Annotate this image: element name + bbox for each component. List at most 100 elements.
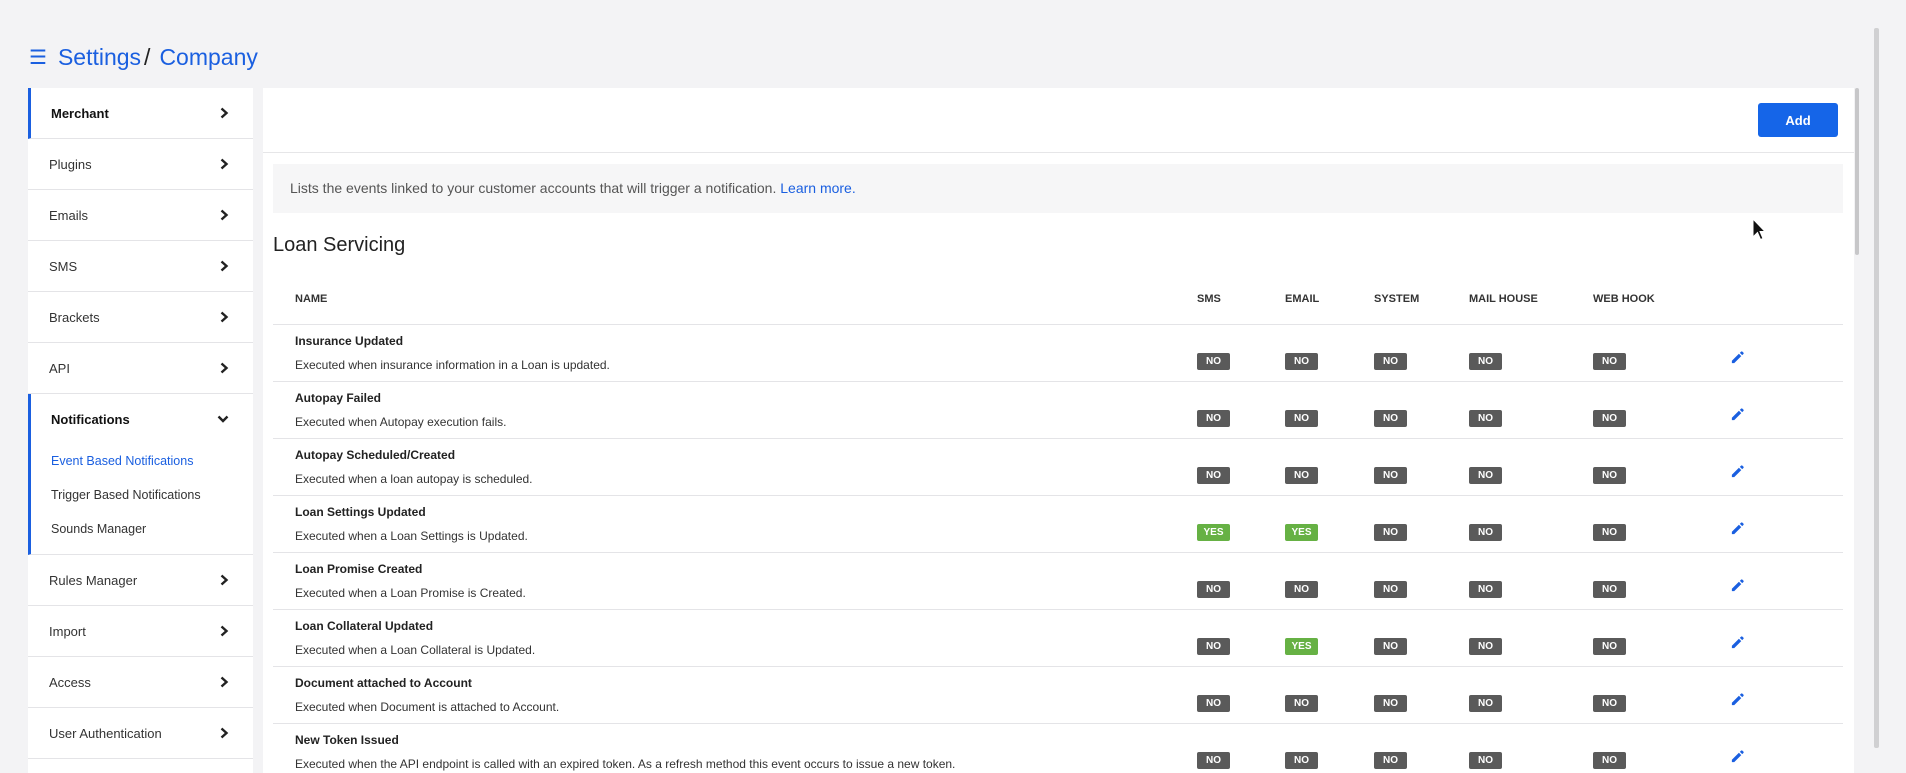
column-header-system: SYSTEM (1374, 274, 1469, 325)
hamburger-menu-icon[interactable]: ☰ (29, 48, 47, 68)
mail-house-status-badge: NO (1469, 467, 1502, 484)
section-title: Loan Servicing (273, 234, 406, 256)
pencil-edit-icon[interactable] (1730, 464, 1745, 479)
main-scrollbar[interactable] (1855, 88, 1859, 255)
chevron-right-icon (220, 727, 229, 739)
breadcrumb-root[interactable]: Settings (58, 44, 141, 71)
event-cell: Loan Collateral Updated Executed when a L… (273, 609, 1197, 667)
sidebar-item-label: Notifications (51, 411, 130, 427)
event-cell: Insurance Updated Executed when insurance… (273, 324, 1197, 382)
web-hook-status-badge: NO (1593, 581, 1626, 598)
pencil-edit-icon[interactable] (1730, 578, 1745, 593)
sidebar-item-label: Import (49, 623, 86, 639)
email-status-badge: NO (1285, 410, 1318, 427)
system-status-badge: NO (1374, 581, 1407, 598)
email-cell: NO (1285, 438, 1374, 496)
actions-cell (1720, 381, 1843, 439)
breadcrumb-separator: / (144, 44, 151, 70)
breadcrumb-current[interactable]: Company (159, 44, 257, 71)
system-cell: NO (1374, 552, 1469, 610)
sidebar-item-emails[interactable]: Emails (28, 190, 253, 241)
event-description: Executed when Autopay execution fails. (295, 414, 507, 429)
column-header-name: NAME (273, 274, 1197, 325)
table-row: Autopay Scheduled/Created Executed when a… (273, 438, 1843, 496)
sidebar-item-label: SMS (49, 258, 78, 274)
sidebar-subitem-trigger-based-notifications[interactable]: Trigger Based Notifications (31, 478, 253, 512)
mail-house-cell: NO (1469, 552, 1593, 610)
mail-house-status-badge: NO (1469, 410, 1502, 427)
pencil-edit-icon[interactable] (1730, 350, 1745, 365)
system-status-badge: NO (1374, 410, 1407, 427)
sidebar-item-notifications[interactable]: Notifications (31, 394, 253, 444)
sms-status-badge: NO (1197, 752, 1230, 769)
pencil-edit-icon[interactable] (1730, 635, 1745, 650)
sms-status-badge: NO (1197, 695, 1230, 712)
notifications-table: NAME SMS EMAIL SYSTEM MAIL HOUSE WEB HOO… (273, 274, 1843, 773)
sidebar-item-label: User Authentication (49, 725, 162, 741)
event-title: New Token Issued (295, 732, 399, 747)
pencil-edit-icon[interactable] (1730, 749, 1745, 764)
sidebar-item-rules-manager[interactable]: Rules Manager (28, 555, 253, 606)
web-hook-cell: NO (1593, 324, 1720, 382)
mail-house-cell: NO (1469, 438, 1593, 496)
system-status-badge: NO (1374, 695, 1407, 712)
chevron-right-icon (220, 107, 229, 119)
sidebar-item-label: Rules Manager (49, 572, 138, 588)
email-cell: NO (1285, 666, 1374, 724)
column-header-mail-house: MAIL HOUSE (1469, 274, 1593, 325)
info-banner: Lists the events linked to your customer… (273, 164, 1843, 213)
email-status-badge: NO (1285, 752, 1318, 769)
mail-house-status-badge: NO (1469, 638, 1502, 655)
sms-status-badge: YES (1197, 524, 1230, 541)
sidebar-item-user-authentication[interactable]: User Authentication (28, 708, 253, 759)
event-cell: Document attached to Account Executed whe… (273, 666, 1197, 724)
event-description: Executed when Document is attached to Ac… (295, 699, 560, 714)
sidebar-item-api[interactable]: API (28, 343, 253, 394)
web-hook-status-badge: NO (1593, 353, 1626, 370)
sidebar-item-label: API (49, 360, 70, 376)
event-title: Insurance Updated (295, 333, 404, 348)
system-cell: NO (1374, 609, 1469, 667)
sidebar-item-access[interactable]: Access (28, 657, 253, 708)
web-hook-cell: NO (1593, 552, 1720, 610)
email-cell: NO (1285, 381, 1374, 439)
actions-cell (1720, 438, 1843, 496)
sidebar-item-sms[interactable]: SMS (28, 241, 253, 292)
learn-more-link[interactable]: Learn more. (780, 180, 855, 196)
pencil-edit-icon[interactable] (1730, 521, 1745, 536)
event-cell: New Token Issued Executed when the API en… (273, 723, 1197, 773)
page-scrollbar[interactable] (1874, 28, 1879, 748)
sidebar-item-plugins[interactable]: Plugins (28, 139, 253, 190)
event-description: Executed when insurance information in a… (295, 357, 610, 372)
table-row: Autopay Failed Executed when Autopay exec… (273, 381, 1843, 439)
sms-status-badge: NO (1197, 410, 1230, 427)
web-hook-status-badge: NO (1593, 410, 1626, 427)
pencil-edit-icon[interactable] (1730, 407, 1745, 422)
table-header-row: NAME SMS EMAIL SYSTEM MAIL HOUSE WEB HOO… (273, 274, 1843, 325)
mail-house-cell: NO (1469, 324, 1593, 382)
sidebar-item-label: Access (49, 674, 91, 690)
mouse-cursor-icon (1752, 218, 1766, 241)
web-hook-cell: NO (1593, 609, 1720, 667)
sidebar-group-notifications: Notifications Event Based Notifications T… (28, 394, 253, 555)
sms-cell: NO (1197, 438, 1285, 496)
table-row: Insurance Updated Executed when insurance… (273, 324, 1843, 382)
pencil-edit-icon[interactable] (1730, 692, 1745, 707)
sms-cell: YES (1197, 495, 1285, 553)
web-hook-cell: NO (1593, 438, 1720, 496)
settings-sidebar: Merchant Plugins Emails SMS Brackets API Noti… (28, 88, 253, 773)
sidebar-item-import[interactable]: Import (28, 606, 253, 657)
sidebar-item-brackets[interactable]: Brackets (28, 292, 253, 343)
sidebar-item-label: Merchant (51, 105, 109, 121)
column-header-web-hook: WEB HOOK (1593, 274, 1720, 325)
sidebar-item-merchant[interactable]: Merchant (28, 88, 253, 139)
web-hook-status-badge: NO (1593, 467, 1626, 484)
sms-status-badge: NO (1197, 353, 1230, 370)
event-title: Autopay Scheduled/Created (295, 447, 456, 462)
sidebar-subitem-event-based-notifications[interactable]: Event Based Notifications (31, 444, 253, 478)
web-hook-status-badge: NO (1593, 752, 1626, 769)
chevron-right-icon (220, 260, 229, 272)
mail-house-cell: NO (1469, 723, 1593, 773)
sidebar-subitem-sounds-manager[interactable]: Sounds Manager (31, 512, 253, 546)
add-button[interactable]: Add (1758, 103, 1838, 137)
